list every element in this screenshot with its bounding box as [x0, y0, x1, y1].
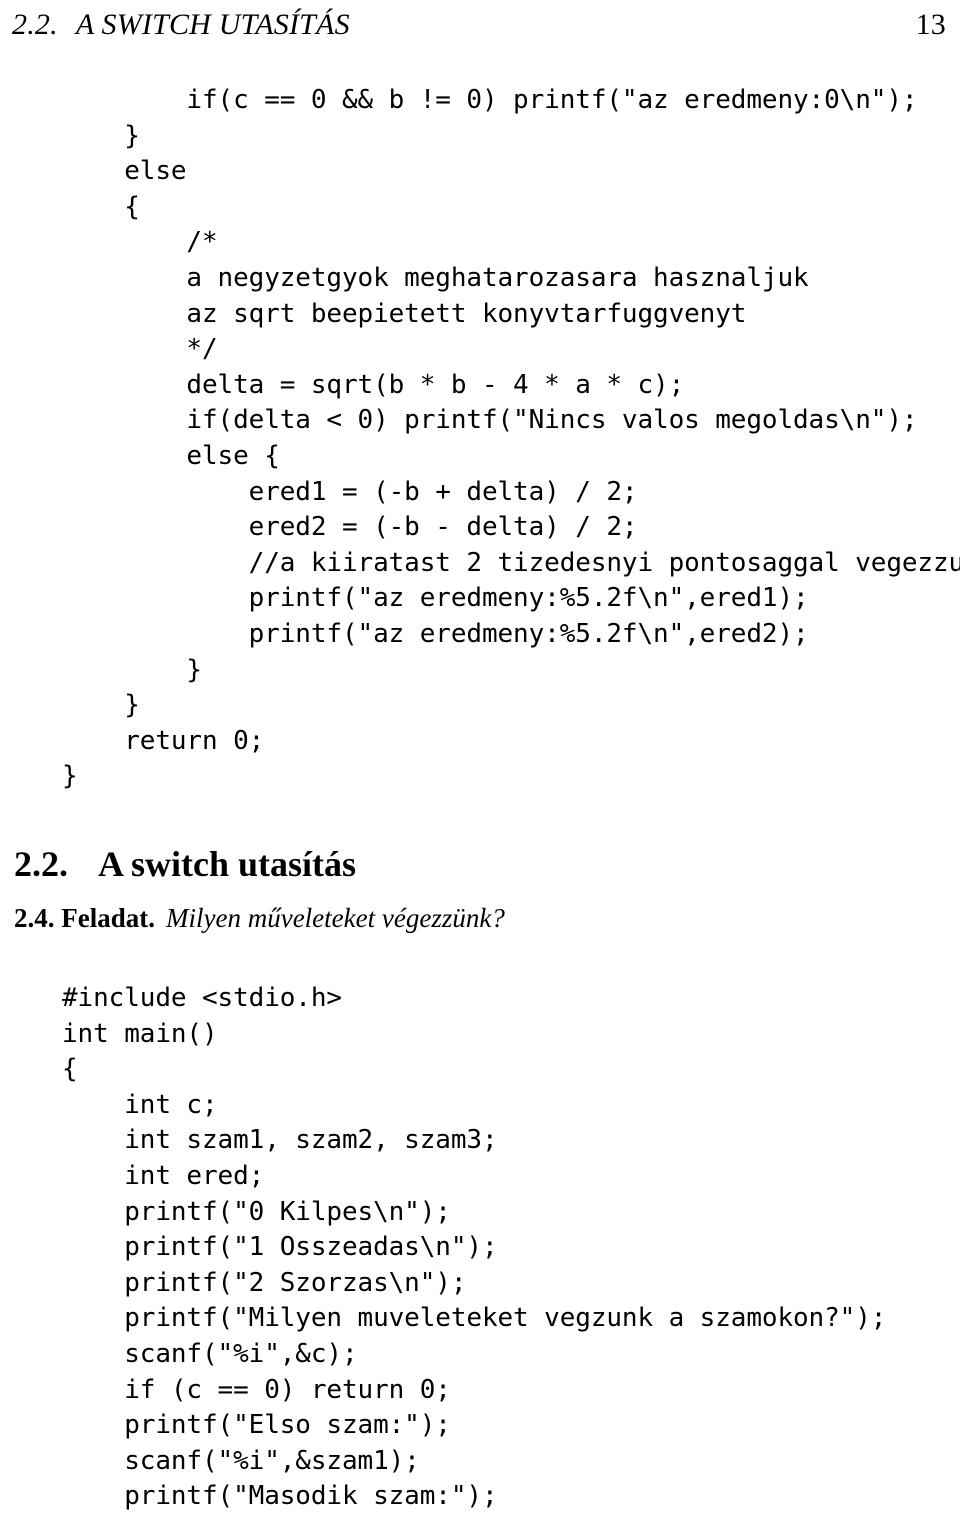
- code-line: a negyzetgyok meghatarozasara hasznaljuk: [62, 262, 809, 293]
- code-line: printf("1 Osszeadas\n");: [62, 1232, 498, 1263]
- code-line: }: [62, 690, 140, 721]
- code-line: /*: [62, 227, 218, 258]
- code-line: scanf("%i",&szam1);: [62, 1445, 420, 1476]
- code-line: ered2 = (-b - delta) / 2;: [62, 512, 638, 543]
- code-line: if(delta < 0) printf("Nincs valos megold…: [62, 405, 918, 436]
- code-listing-second: #include <stdio.h> int main() { int c; int…: [62, 981, 886, 1515]
- section-heading: 2.2. A switch utasítás: [14, 843, 356, 885]
- code-line: else: [62, 156, 187, 187]
- code-line: if (c == 0) return 0;: [62, 1374, 451, 1405]
- code-line: printf("Elso szam:");: [62, 1410, 451, 1441]
- code-line: */: [62, 334, 218, 365]
- running-header: 2.2. A SWITCH UTASÍTÁS 13: [12, 8, 946, 50]
- exercise-statement: 2.4. Feladat. Milyen műveleteket végezzün…: [14, 903, 505, 934]
- code-line: printf("2 Szorzas\n");: [62, 1267, 467, 1298]
- code-line: printf("az eredmeny:%5.2f\n",ered2);: [62, 618, 809, 649]
- code-line: {: [62, 1054, 78, 1085]
- code-line: scanf("%i",&c);: [62, 1338, 358, 1369]
- section-heading-number: 2.2.: [14, 844, 68, 884]
- code-line: ered1 = (-b + delta) / 2;: [62, 476, 638, 507]
- code-line: int ered;: [62, 1160, 265, 1191]
- code-line: int main(): [62, 1018, 218, 1049]
- code-line: }: [62, 120, 140, 151]
- exercise-label: 2.4. Feladat.: [14, 903, 155, 933]
- code-listing-first: if(c == 0 && b != 0) printf("az eredmeny…: [62, 83, 960, 795]
- section-heading-title: A switch utasítás: [98, 844, 357, 884]
- code-line: {: [62, 191, 140, 222]
- code-line: printf("Milyen muveleteket vegzunk a sza…: [62, 1303, 887, 1334]
- exercise-text: Milyen műveleteket végezzünk?: [166, 903, 505, 933]
- code-line: return 0;: [62, 725, 265, 756]
- code-line: int szam1, szam2, szam3;: [62, 1125, 498, 1156]
- code-line: printf("az eredmeny:%5.2f\n",ered1);: [62, 583, 809, 614]
- code-line: if(c == 0 && b != 0) printf("az eredmeny…: [62, 85, 918, 115]
- running-header-left: 2.2. A SWITCH UTASÍTÁS: [12, 8, 350, 42]
- running-header-section-number: 2.2.: [12, 8, 58, 41]
- page-number: 13: [915, 8, 946, 41]
- code-line: printf("Masodik szam:");: [62, 1481, 498, 1512]
- code-line: else {: [62, 440, 280, 471]
- code-line: az sqrt beepietett konyvtarfuggvenyt: [62, 298, 747, 329]
- code-line: //a kiiratast 2 tizedesnyi pontosaggal v…: [62, 547, 960, 578]
- code-line: }: [62, 761, 78, 792]
- code-line: printf("0 Kilpes\n");: [62, 1196, 451, 1227]
- code-line: }: [62, 654, 202, 685]
- code-line: #include <stdio.h>: [62, 983, 342, 1013]
- code-line: int c;: [62, 1089, 218, 1120]
- document-page: 2.2. A SWITCH UTASÍTÁS 13 if(c == 0 && b …: [0, 0, 960, 1519]
- running-header-title: A SWITCH UTASÍTÁS: [75, 8, 350, 41]
- code-line: delta = sqrt(b * b - 4 * a * c);: [62, 369, 685, 400]
